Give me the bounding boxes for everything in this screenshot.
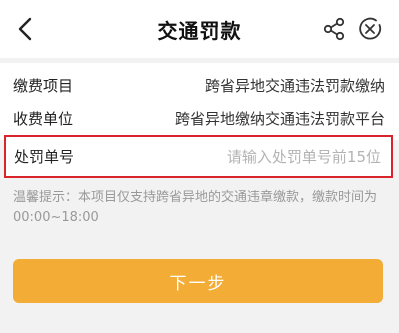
- share-icon: [323, 17, 345, 41]
- share-button[interactable]: [321, 16, 347, 42]
- hint-text: 温馨提示：本项目仅支持跨省异地的交通违章缴款，缴款时间为00:00~18:00: [13, 190, 378, 225]
- penalty-number-label: 处罚单号: [14, 148, 75, 166]
- top-bar: 交通罚款: [0, 0, 399, 58]
- penalty-number-row: 处罚单号: [4, 135, 393, 178]
- close-circle-icon: [359, 17, 382, 40]
- penalty-number-input[interactable]: [181, 147, 381, 166]
- back-button[interactable]: [12, 15, 38, 43]
- payee-label: 收费单位: [13, 109, 74, 128]
- chevron-left-icon: [18, 17, 32, 41]
- fee-item-value: 跨省异地交通违法罚款缴纳: [204, 76, 385, 95]
- fee-item-label: 缴费项目: [13, 76, 74, 95]
- payee-row: 收费单位 跨省异地缴纳交通违法罚款平台: [0, 96, 399, 140]
- page-title: 交通罚款: [157, 18, 242, 43]
- payee-value: 跨省异地缴纳交通违法罚款平台: [174, 109, 385, 128]
- close-button[interactable]: [357, 16, 383, 42]
- next-button[interactable]: 下一步: [13, 259, 383, 303]
